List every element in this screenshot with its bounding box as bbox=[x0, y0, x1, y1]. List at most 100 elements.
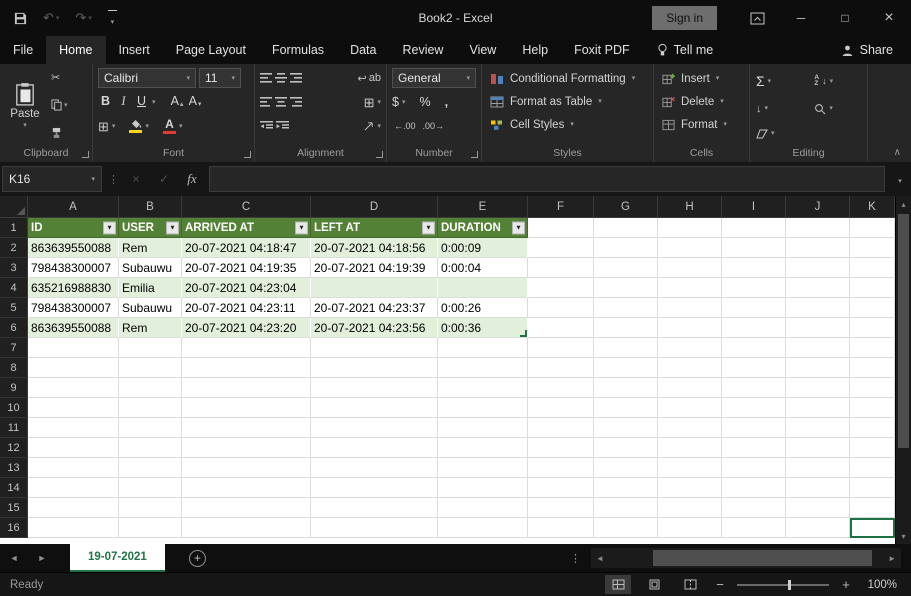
menu-tab-data[interactable]: Data bbox=[337, 36, 389, 64]
cell-A9[interactable] bbox=[28, 378, 119, 398]
row-header-10[interactable]: 10 bbox=[0, 398, 28, 418]
cell-B1[interactable]: USER ▾ bbox=[119, 218, 182, 238]
cell-H11[interactable] bbox=[658, 418, 722, 438]
cut-button[interactable]: ✂ bbox=[51, 70, 68, 85]
cell-I4[interactable] bbox=[722, 278, 786, 298]
cell-B12[interactable] bbox=[119, 438, 182, 458]
insert-function-button[interactable]: fx bbox=[181, 171, 203, 187]
cell-J4[interactable] bbox=[786, 278, 850, 298]
cell-F9[interactable] bbox=[528, 378, 594, 398]
align-middle-button[interactable] bbox=[275, 73, 287, 83]
cell-B13[interactable] bbox=[119, 458, 182, 478]
cell-A13[interactable] bbox=[28, 458, 119, 478]
cell-G13[interactable] bbox=[594, 458, 658, 478]
cell-K6[interactable] bbox=[850, 318, 895, 338]
row-header-8[interactable]: 8 bbox=[0, 358, 28, 378]
sheet-scroll-right-button[interactable]: ► bbox=[28, 544, 56, 572]
cell-H2[interactable] bbox=[658, 238, 722, 258]
cell-E16[interactable] bbox=[438, 518, 528, 538]
cell-D3[interactable]: 20-07-2021 04:19:39 bbox=[311, 258, 438, 278]
row-header-11[interactable]: 11 bbox=[0, 418, 28, 438]
vertical-scrollbar[interactable]: ▴ ▾ bbox=[895, 196, 911, 544]
new-sheet-button[interactable]: + bbox=[188, 549, 206, 567]
cell-J11[interactable] bbox=[786, 418, 850, 438]
align-left-button[interactable] bbox=[260, 97, 272, 107]
menu-tab-view[interactable]: View bbox=[456, 36, 509, 64]
cell-K11[interactable] bbox=[850, 418, 895, 438]
expand-formula-bar-button[interactable]: ▾ bbox=[891, 170, 909, 188]
cell-F2[interactable] bbox=[528, 238, 594, 258]
cell-K10[interactable] bbox=[850, 398, 895, 418]
cell-K12[interactable] bbox=[850, 438, 895, 458]
cell-G11[interactable] bbox=[594, 418, 658, 438]
page-break-view-button[interactable] bbox=[677, 575, 703, 594]
comma-style-button[interactable]: , bbox=[445, 95, 448, 109]
cell-E5[interactable]: 0:00:26 bbox=[438, 298, 528, 318]
cell-B8[interactable] bbox=[119, 358, 182, 378]
cell-G12[interactable] bbox=[594, 438, 658, 458]
dialog-launcher-icon[interactable] bbox=[244, 151, 251, 158]
undo-button[interactable]: ↶ ▾ bbox=[43, 10, 59, 26]
cell-G15[interactable] bbox=[594, 498, 658, 518]
paste-button[interactable]: Paste ▾ bbox=[3, 67, 47, 144]
enter-button[interactable]: ✓ bbox=[153, 172, 175, 186]
cell-C12[interactable] bbox=[182, 438, 311, 458]
vertical-scroll-track[interactable] bbox=[896, 212, 911, 528]
column-header-J[interactable]: J bbox=[786, 196, 850, 218]
row-header-2[interactable]: 2 bbox=[0, 238, 28, 258]
cell-A10[interactable] bbox=[28, 398, 119, 418]
delete-cells-button[interactable]: Delete ▾ bbox=[657, 90, 746, 113]
sheet-scroll-left-button[interactable]: ◄ bbox=[0, 544, 28, 572]
cell-D14[interactable] bbox=[311, 478, 438, 498]
cell-B16[interactable] bbox=[119, 518, 182, 538]
cell-H13[interactable] bbox=[658, 458, 722, 478]
maximize-button[interactable]: □ bbox=[823, 0, 867, 36]
cell-G5[interactable] bbox=[594, 298, 658, 318]
cell-C10[interactable] bbox=[182, 398, 311, 418]
ribbon-display-options-button[interactable] bbox=[735, 0, 779, 36]
column-header-F[interactable]: F bbox=[528, 196, 594, 218]
row-header-16[interactable]: 16 bbox=[0, 518, 28, 538]
cell-G6[interactable] bbox=[594, 318, 658, 338]
cell-H4[interactable] bbox=[658, 278, 722, 298]
scroll-down-icon[interactable]: ▾ bbox=[896, 528, 911, 544]
row-header-3[interactable]: 3 bbox=[0, 258, 28, 278]
cell-G2[interactable] bbox=[594, 238, 658, 258]
cell-G4[interactable] bbox=[594, 278, 658, 298]
orientation-button[interactable] bbox=[363, 121, 374, 132]
cell-A1[interactable]: ID ▾ bbox=[28, 218, 119, 238]
horizontal-scrollbar[interactable]: ◄ ► bbox=[591, 548, 901, 568]
page-layout-view-button[interactable] bbox=[641, 575, 667, 594]
align-right-button[interactable] bbox=[290, 97, 302, 107]
align-bottom-button[interactable] bbox=[290, 73, 302, 83]
cell-G3[interactable] bbox=[594, 258, 658, 278]
formula-input[interactable] bbox=[209, 166, 885, 192]
cell-K14[interactable] bbox=[850, 478, 895, 498]
cell-C3[interactable]: 20-07-2021 04:19:35 bbox=[182, 258, 311, 278]
cell-C1[interactable]: ARRIVED AT ▾ bbox=[182, 218, 311, 238]
cell-I9[interactable] bbox=[722, 378, 786, 398]
cell-F16[interactable] bbox=[528, 518, 594, 538]
cell-F14[interactable] bbox=[528, 478, 594, 498]
cell-C13[interactable] bbox=[182, 458, 311, 478]
cell-E9[interactable] bbox=[438, 378, 528, 398]
format-cells-button[interactable]: Format ▾ bbox=[657, 113, 746, 136]
zoom-slider-thumb[interactable] bbox=[787, 579, 791, 590]
cell-B10[interactable] bbox=[119, 398, 182, 418]
zoom-out-button[interactable]: − bbox=[713, 577, 727, 592]
column-header-B[interactable]: B bbox=[119, 196, 182, 218]
cell-B2[interactable]: Rem bbox=[119, 238, 182, 258]
cell-I8[interactable] bbox=[722, 358, 786, 378]
horizontal-scroll-thumb[interactable] bbox=[652, 550, 873, 566]
cell-I11[interactable] bbox=[722, 418, 786, 438]
cell-C16[interactable] bbox=[182, 518, 311, 538]
cell-G7[interactable] bbox=[594, 338, 658, 358]
number-format-select[interactable]: General ▾ bbox=[392, 68, 476, 88]
cell-D10[interactable] bbox=[311, 398, 438, 418]
cell-I10[interactable] bbox=[722, 398, 786, 418]
zoom-level[interactable]: 100% bbox=[863, 579, 897, 591]
cell-I7[interactable] bbox=[722, 338, 786, 358]
cell-B7[interactable] bbox=[119, 338, 182, 358]
cell-H8[interactable] bbox=[658, 358, 722, 378]
cell-I5[interactable] bbox=[722, 298, 786, 318]
